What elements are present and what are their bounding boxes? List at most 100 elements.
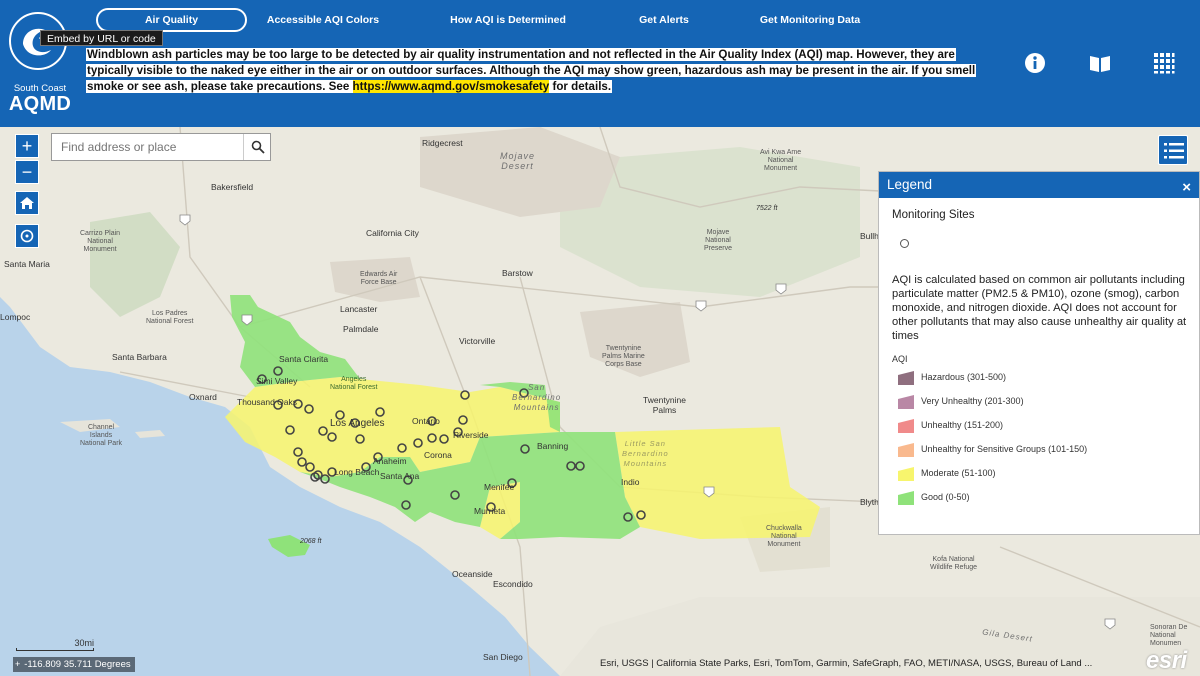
- legend-item-label: Unhealthy for Sensitive Groups (101-150): [921, 444, 1088, 454]
- search-input[interactable]: [52, 134, 245, 160]
- grid-icon[interactable]: [1153, 52, 1175, 74]
- label-anaheim: Anaheim: [373, 456, 407, 466]
- scale-bar: 30mi: [16, 638, 94, 652]
- label-ridgecrest: Ridgecrest: [422, 138, 463, 148]
- label-elev-7522: 7522 ft: [756, 205, 778, 212]
- label-angeles-nf: Angeles National Forest: [330, 376, 378, 391]
- legend-swatch: [898, 395, 914, 409]
- label-oxnard: Oxnard: [189, 392, 217, 402]
- label-los-padres: Los Padres National Forest: [146, 310, 194, 325]
- label-carrizo: Carrizo Plain National Monument: [80, 230, 121, 253]
- ash-notice: Windblown ash particles may be too large…: [86, 47, 986, 95]
- locate-button[interactable]: [15, 224, 39, 248]
- zoom-in-button[interactable]: +: [15, 134, 39, 158]
- legend-description: AQI is calculated based on common air po…: [892, 274, 1187, 342]
- legend-swatch: [898, 467, 914, 481]
- label-channel-islands: Channel Islands National Park: [80, 424, 123, 447]
- legend-item-label: Very Unhealthy (201-300): [921, 396, 1024, 406]
- nav-accessible-aqi-colors[interactable]: Accessible AQI Colors: [264, 8, 382, 32]
- label-bullh: Bullh: [860, 231, 879, 241]
- label-menifee: Menifee: [484, 482, 515, 492]
- label-banning: Banning: [537, 441, 569, 451]
- coords-text: -116.809 35.711 Degrees: [24, 659, 131, 670]
- zoom-out-button[interactable]: −: [15, 160, 39, 184]
- nav-get-alerts[interactable]: Get Alerts: [631, 8, 697, 32]
- notice-tail: for details.: [552, 80, 612, 93]
- island: [135, 430, 165, 438]
- list-icon: [1164, 143, 1184, 159]
- book-icon[interactable]: [1089, 52, 1111, 74]
- zoom-in-icon: +: [21, 136, 33, 156]
- label-california-city: California City: [366, 228, 419, 238]
- legend-swatch: [898, 419, 914, 433]
- label-oceanside: Oceanside: [452, 569, 493, 579]
- label-riverside: Riverside: [453, 430, 489, 440]
- nav-get-monitoring-data[interactable]: Get Monitoring Data: [756, 8, 864, 32]
- legend-header: Legend ×: [879, 172, 1199, 198]
- scale-line: [16, 648, 94, 651]
- nav-air-quality[interactable]: Air Quality: [96, 8, 247, 32]
- smokesafety-link[interactable]: https://www.aqmd.gov/smokesafety: [352, 80, 550, 93]
- map-attribution[interactable]: Esri, USGS | California State Parks, Esr…: [600, 658, 1140, 674]
- label-palmdale: Palmdale: [343, 324, 379, 334]
- nav-how-aqi-is-determined[interactable]: How AQI is Determined: [446, 8, 570, 32]
- label-kofa: Kofa National Wildlife Refuge: [930, 556, 978, 571]
- label-barstow: Barstow: [502, 268, 533, 278]
- monitoring-site-symbol: [900, 239, 909, 248]
- label-simi-valley: Simi Valley: [256, 376, 298, 386]
- map-view[interactable]: Ridgecrest Mojave Desert Bakersfield Cal…: [0, 127, 1200, 676]
- legend-panel: Legend × Monitoring Sites AQI is calcula…: [878, 171, 1200, 535]
- label-edwards: Edwards Air Force Base: [360, 271, 398, 286]
- label-thousand-oaks: Thousand Oaks: [237, 397, 298, 407]
- app-header: South Coast AQMD Embed by URL or code Ai…: [0, 0, 1200, 127]
- legend-item-label: Unhealthy (151-200): [921, 420, 1004, 430]
- legend-section-title: Monitoring Sites: [892, 209, 975, 221]
- label-santa-clarita: Santa Clarita: [279, 354, 329, 364]
- home-icon: [20, 197, 34, 209]
- label-ontario: Ontario: [412, 416, 440, 426]
- label-los-angeles: Los Angeles: [330, 418, 385, 429]
- label-indio: Indio: [621, 477, 640, 487]
- label-victorville: Victorville: [459, 336, 496, 346]
- legend-swatch: [898, 491, 914, 505]
- label-lancaster: Lancaster: [340, 304, 378, 314]
- coordinate-readout[interactable]: + -116.809 35.711 Degrees: [13, 657, 135, 672]
- label-blyth: Blyth: [860, 497, 879, 507]
- label-twentynine-marine: Twentynine Palms Marine Corps Base: [602, 345, 645, 368]
- label-sonoran: Sonoran De National Monumen: [1150, 624, 1188, 647]
- embed-tooltip: Embed by URL or code: [40, 30, 163, 46]
- label-mojave-preserve: Mojave National Preserve: [704, 229, 733, 252]
- aqmd-logo[interactable]: South Coast AQMD: [5, 12, 71, 115]
- label-santa-barbara: Santa Barbara: [112, 352, 167, 362]
- label-elev-2068: 2068 ft: [300, 538, 322, 545]
- label-escondido: Escondido: [493, 579, 533, 589]
- label-twentynine-palms: Twentynine Palms: [643, 395, 686, 415]
- search-button[interactable]: [243, 134, 270, 160]
- legend-item-label: Hazardous (301-500): [921, 372, 1007, 382]
- label-santa-maria: Santa Maria: [4, 259, 50, 269]
- search-icon: [251, 140, 265, 154]
- zoom-out-icon: −: [21, 162, 33, 182]
- label-mojave-desert: Mojave Desert: [500, 151, 536, 171]
- label-san-diego: San Diego: [483, 652, 523, 662]
- scale-label: 30mi: [74, 638, 94, 648]
- label-avi-kwa-ame: Avi Kwa Ame National Monument: [760, 149, 802, 172]
- label-long-beach: Long Beach: [334, 467, 380, 477]
- info-icon[interactable]: [1024, 52, 1046, 74]
- expand-icon: +: [15, 659, 21, 669]
- label-santa-ana: Santa Ana: [380, 471, 420, 481]
- search-box: [51, 133, 271, 161]
- legend-toggle-button[interactable]: [1158, 135, 1188, 165]
- label-murrieta: Murrieta: [474, 506, 506, 516]
- legend-item-label: Moderate (51-100): [921, 468, 996, 478]
- esri-logo[interactable]: esri: [1146, 647, 1187, 675]
- home-button[interactable]: [15, 191, 39, 215]
- legend-close-icon[interactable]: ×: [1182, 175, 1191, 201]
- legend-aqi-title: AQI: [892, 354, 908, 364]
- legend-item-label: Good (0-50): [921, 492, 970, 502]
- label-sb-mountains: San Bernardino Mountains: [512, 383, 562, 412]
- label-little-sb: Little San Bernardino Mountains: [622, 439, 669, 468]
- label-lompoc: Lompoc: [0, 312, 31, 322]
- label-chuckwalla: Chuckwalla National Monument: [766, 525, 802, 548]
- logo-line2: AQMD: [8, 93, 72, 115]
